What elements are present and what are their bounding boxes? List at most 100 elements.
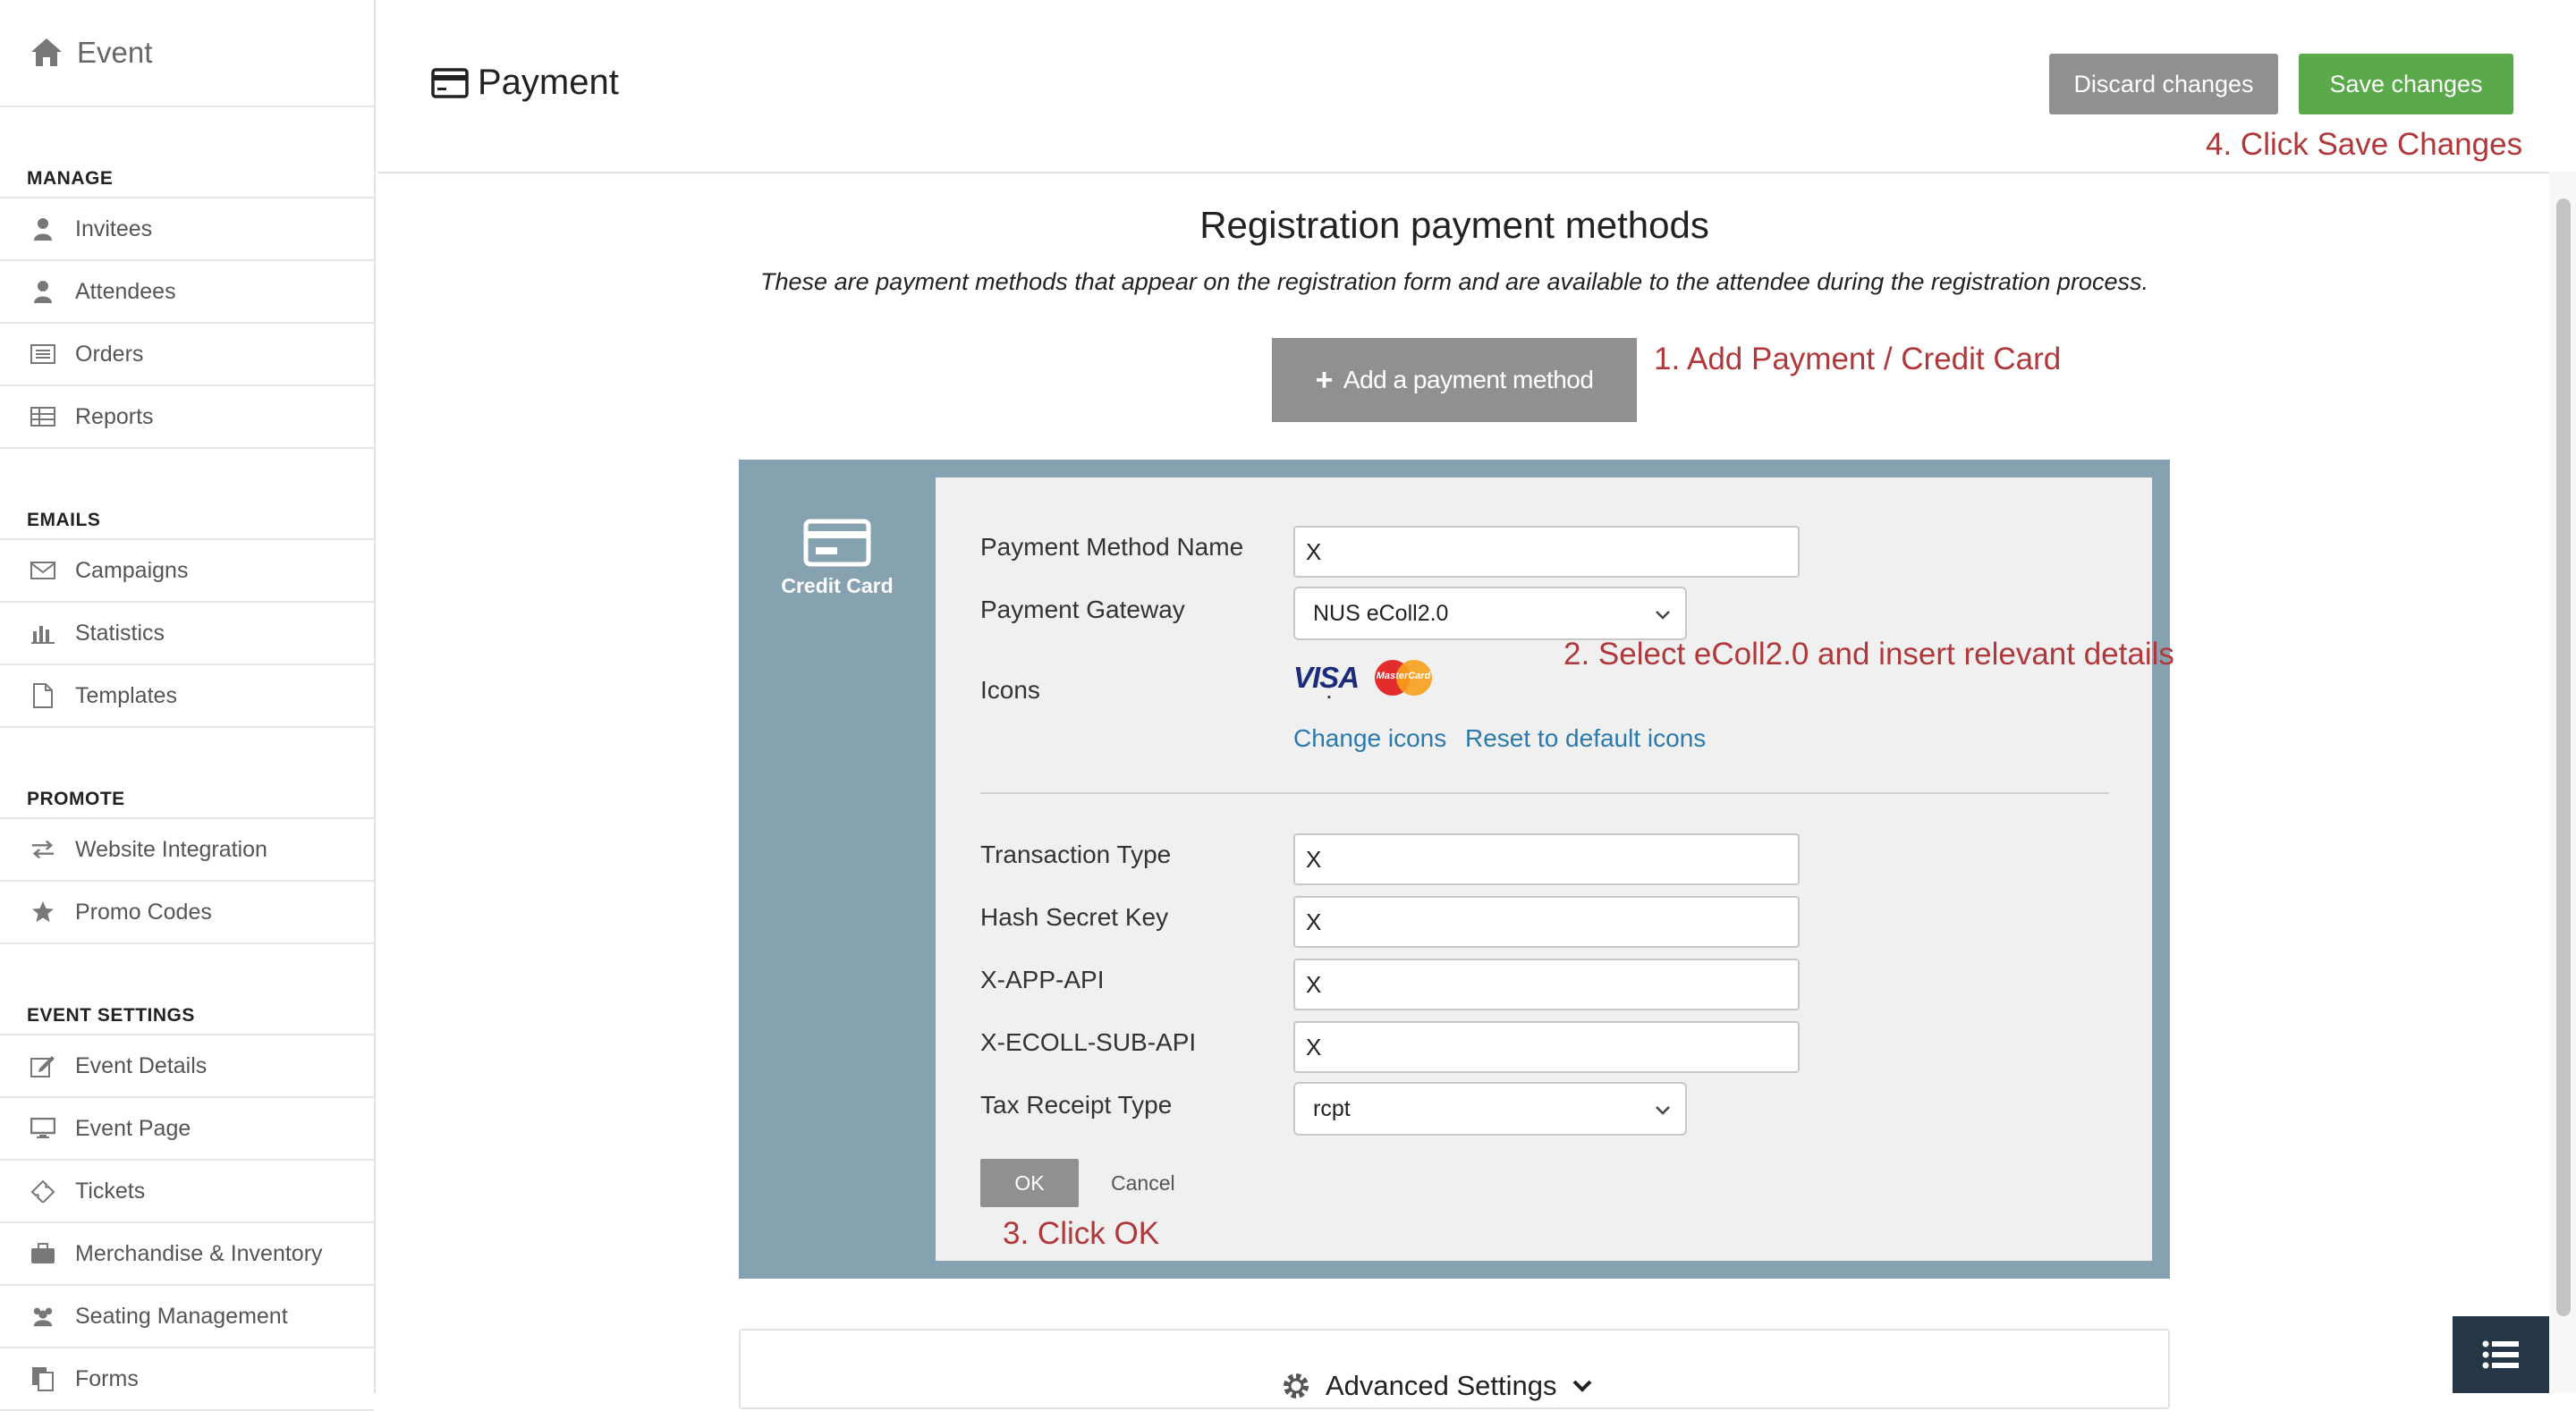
sidebar-item-website-integration[interactable]: Website Integration xyxy=(0,819,374,882)
plus-icon: + xyxy=(1315,362,1334,397)
payment-method-name-label: Payment Method Name xyxy=(980,533,1244,561)
sidebar-item-label: Templates xyxy=(75,682,177,708)
x-ecoll-sub-api-label: X-ECOLL-SUB-API xyxy=(980,1028,1197,1056)
user-icon xyxy=(30,279,55,304)
hash-secret-key-label: Hash Secret Key xyxy=(980,903,1169,931)
transaction-type-input[interactable] xyxy=(1293,833,1800,885)
add-payment-method-button[interactable]: + Add a payment method xyxy=(1272,338,1637,422)
method-tab-label: Credit Card xyxy=(781,574,894,597)
payment-method-editor: Credit Card Payment Method Name : Paymen… xyxy=(739,460,2174,1279)
save-changes-button[interactable]: Save changes xyxy=(2299,54,2513,114)
user-icon xyxy=(30,216,55,241)
x-app-api-input[interactable] xyxy=(1293,959,1800,1010)
credit-card-icon xyxy=(431,67,469,98)
tax-receipt-type-value: rcpt xyxy=(1313,1095,1351,1121)
sidebar-item-label: Statistics xyxy=(75,620,165,646)
list-icon xyxy=(2482,1340,2519,1369)
tax-receipt-type-label: Tax Receipt Type xyxy=(980,1091,1173,1119)
payment-gateway-value: NUS eColl2.0 xyxy=(1313,600,1449,626)
section-title-emails: EMAILS xyxy=(0,449,374,540)
sidebar-item-label: Orders xyxy=(75,341,144,367)
section-title-promote: PROMOTE xyxy=(0,728,374,819)
icons-label: Icons xyxy=(980,676,1040,704)
sidebar-item-label: Forms xyxy=(75,1365,139,1391)
sidebar-item-label: Campaigns xyxy=(75,557,189,583)
page-header: Payment Discard changes Save changes 4. … xyxy=(377,0,2576,173)
table-icon xyxy=(30,404,55,429)
sidebar-item-promo-codes[interactable]: Promo Codes xyxy=(0,882,374,944)
add-payment-method-label: Add a payment method xyxy=(1343,366,1594,393)
chevron-down-icon xyxy=(1572,1380,1591,1392)
users-icon xyxy=(30,1304,55,1329)
annotation-step-4: 4. Click Save Changes xyxy=(2206,127,2523,162)
envelope-icon xyxy=(30,558,55,583)
sidebar-item-merchandise-inventory[interactable]: Merchandise & Inventory xyxy=(0,1223,374,1286)
sidebar-item-event-details[interactable]: Event Details xyxy=(0,1035,374,1098)
tax-receipt-type-select[interactable]: rcpt xyxy=(1293,1082,1687,1136)
payment-method-name-input[interactable] xyxy=(1293,526,1800,578)
cancel-button[interactable]: Cancel xyxy=(1111,1171,1175,1196)
sidebar-item-label: Merchandise & Inventory xyxy=(75,1240,323,1266)
discard-changes-button[interactable]: Discard changes xyxy=(2049,54,2278,114)
home-icon xyxy=(31,38,62,66)
page-title-label: Payment xyxy=(478,63,619,102)
advanced-settings-label: Advanced Settings xyxy=(1326,1370,1557,1401)
briefcase-icon xyxy=(30,1241,55,1266)
sidebar-item-label: Promo Codes xyxy=(75,899,212,925)
sidebar-item-forms[interactable]: Forms xyxy=(0,1348,374,1411)
bar-chart-icon xyxy=(30,621,55,646)
payment-method-form: Payment Method Name : Payment Gateway : … xyxy=(936,477,2174,1261)
sidebar-item-event-page[interactable]: Event Page xyxy=(0,1098,374,1161)
x-ecoll-sub-api-input[interactable] xyxy=(1293,1021,1800,1073)
sidebar: Event MANAGE Invitees Attendees Orders R… xyxy=(0,0,376,1411)
section-title-event-settings: EVENT SETTINGS xyxy=(0,944,374,1035)
sidebar-item-seating-management[interactable]: Seating Management xyxy=(0,1286,374,1348)
edit-icon xyxy=(30,1053,55,1078)
sidebar-item-label: Seating Management xyxy=(75,1303,288,1329)
section-heading: Registration payment methods xyxy=(1199,204,1709,246)
page-title: Payment xyxy=(431,63,619,103)
gear-icon xyxy=(1284,1373,1309,1398)
ticket-icon xyxy=(30,1179,55,1204)
visa-logo: VISA xyxy=(1293,661,1360,694)
scrollbar-thumb[interactable] xyxy=(2556,199,2571,1316)
section-title-manage: MANAGE xyxy=(0,107,374,199)
change-icons-link[interactable]: Change icons xyxy=(1293,724,1446,753)
list-icon xyxy=(30,342,55,367)
hash-secret-key-input[interactable] xyxy=(1293,896,1800,948)
x-app-api-label: X-APP-API xyxy=(980,966,1105,993)
sidebar-item-label: Reports xyxy=(75,403,154,429)
method-tab-credit-card[interactable]: Credit Card xyxy=(739,460,936,1279)
sidebar-item-reports[interactable]: Reports xyxy=(0,386,374,449)
ok-button[interactable]: OK xyxy=(980,1159,1079,1207)
sidebar-brand[interactable]: Event xyxy=(0,0,374,107)
advanced-settings-header: Advanced Settings xyxy=(1281,1370,1593,1402)
payment-gateway-select[interactable]: NUS eColl2.0 xyxy=(1293,587,1687,640)
chevron-down-icon xyxy=(1656,611,1670,620)
sidebar-item-label: Attendees xyxy=(75,278,176,304)
chevron-down-icon xyxy=(1656,1106,1670,1115)
document-icon xyxy=(30,683,55,708)
annotation-step-2: 2. Select eColl2.0 and insert relevant d… xyxy=(1563,637,2174,672)
annotation-step-1: 1. Add Payment / Credit Card xyxy=(1654,342,2062,376)
sidebar-item-campaigns[interactable]: Campaigns xyxy=(0,540,374,603)
advanced-settings-toggle[interactable]: Advanced Settings xyxy=(739,1329,2170,1409)
brand-label: Event xyxy=(77,36,153,69)
sidebar-item-label: Event Details xyxy=(75,1052,208,1078)
mastercard-logo-text: MasterCard xyxy=(1376,671,1431,681)
section-description: These are payment methods that appear on… xyxy=(760,268,2148,295)
star-icon xyxy=(30,900,55,925)
sidebar-item-attendees[interactable]: Attendees xyxy=(0,261,374,324)
sidebar-item-tickets[interactable]: Tickets xyxy=(0,1161,374,1223)
sidebar-item-statistics[interactable]: Statistics xyxy=(0,603,374,665)
sidebar-item-label: Event Page xyxy=(75,1115,191,1141)
sidebar-item-invitees[interactable]: Invitees xyxy=(0,199,374,261)
sidebar-item-orders[interactable]: Orders xyxy=(0,324,374,386)
card-logos: VISA MasterCard xyxy=(1293,658,1436,697)
sidebar-item-templates[interactable]: Templates xyxy=(0,665,374,728)
copy-icon xyxy=(30,1366,55,1391)
sidebar-item-label: Invitees xyxy=(75,215,153,241)
exchange-icon xyxy=(30,837,55,862)
floating-list-button[interactable] xyxy=(2453,1316,2549,1393)
reset-default-icons-link[interactable]: Reset to default icons xyxy=(1465,724,1706,753)
